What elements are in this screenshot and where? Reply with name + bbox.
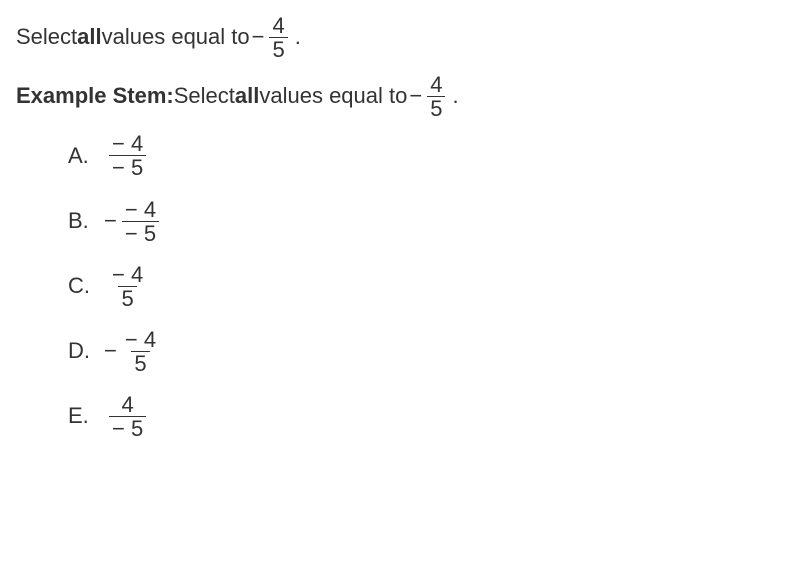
option-b[interactable]: B. − − 4 − 5	[68, 198, 784, 245]
option-fraction: − 4 − 5	[122, 198, 159, 245]
example-stem-label: Example Stem:	[16, 81, 174, 112]
period: .	[295, 22, 301, 53]
numerator: − 4	[109, 132, 146, 155]
option-fraction: 4 − 5	[109, 393, 146, 440]
numerator: 4	[269, 14, 287, 37]
denominator: − 5	[109, 155, 146, 179]
option-fraction: − 4 5	[109, 263, 146, 310]
denominator: − 5	[109, 416, 146, 440]
option-letter: C.	[68, 271, 102, 302]
option-fraction: − 4 − 5	[109, 132, 146, 179]
text-all: all	[235, 81, 259, 112]
option-letter: D.	[68, 336, 102, 367]
text-values-equal-to: values equal to	[259, 81, 407, 112]
prompt-line-1: Select all values equal to − 4 5 .	[16, 14, 784, 61]
option-e[interactable]: E. 4 − 5	[68, 393, 784, 440]
negative-sign: −	[252, 22, 265, 53]
negative-sign: −	[409, 81, 422, 112]
leading-negative: −	[104, 206, 117, 237]
option-c[interactable]: C. − 4 5	[68, 263, 784, 310]
denominator: 5	[131, 351, 149, 375]
leading-negative: −	[104, 336, 117, 367]
denominator: 5	[269, 37, 287, 61]
period: .	[452, 81, 458, 112]
option-letter: E.	[68, 401, 102, 432]
text-select: Select	[174, 81, 235, 112]
numerator: 4	[427, 73, 445, 96]
numerator: − 4	[122, 328, 159, 351]
text-values-equal-to: values equal to	[102, 22, 250, 53]
answer-options: A. − 4 − 5 B. − − 4 − 5 C. − 4 5 D. − − …	[68, 132, 784, 440]
denominator: 5	[118, 286, 136, 310]
numerator: 4	[118, 393, 136, 416]
option-fraction: − 4 5	[122, 328, 159, 375]
text-select: Select	[16, 22, 77, 53]
numerator: − 4	[109, 263, 146, 286]
denominator: 5	[427, 96, 445, 120]
fraction-4-5: 4 5	[427, 73, 445, 120]
denominator: − 5	[122, 221, 159, 245]
text-all: all	[77, 22, 101, 53]
prompt-line-2: Example Stem: Select all values equal to…	[16, 73, 784, 120]
option-a[interactable]: A. − 4 − 5	[68, 132, 784, 179]
fraction-4-5: 4 5	[269, 14, 287, 61]
numerator: − 4	[122, 198, 159, 221]
option-d[interactable]: D. − − 4 5	[68, 328, 784, 375]
option-letter: A.	[68, 141, 102, 172]
option-letter: B.	[68, 206, 102, 237]
